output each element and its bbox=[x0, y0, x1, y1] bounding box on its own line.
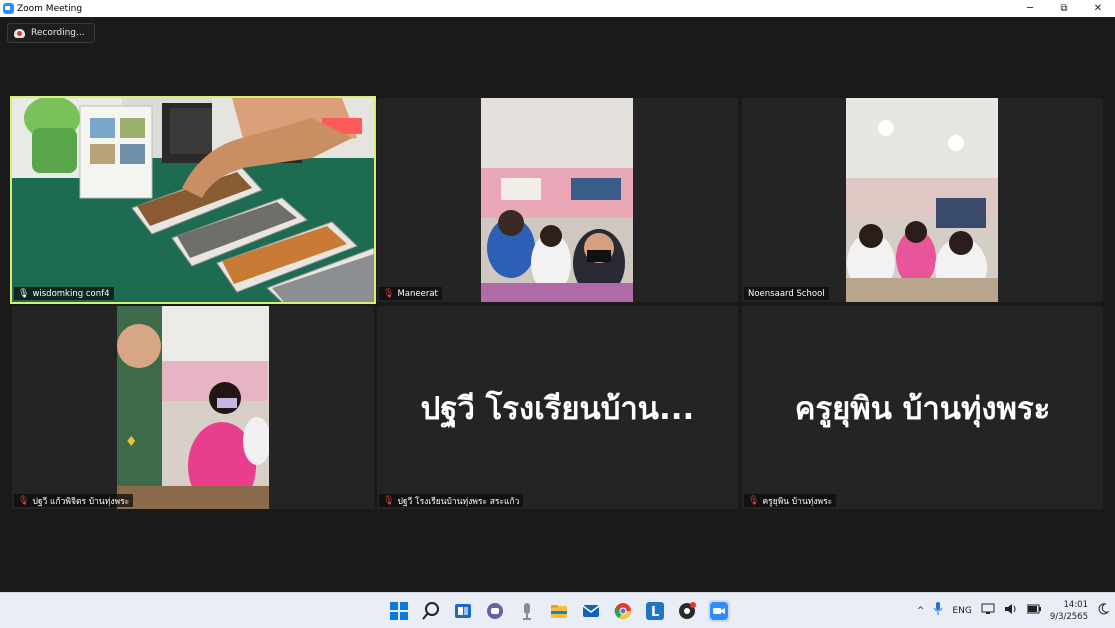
system-tray: ^ ENG 14:01 9/3/2565 bbox=[917, 597, 1110, 624]
participant-name-tag: 🎙 Maneerat bbox=[379, 287, 442, 300]
line-letter: L bbox=[651, 605, 659, 620]
clock[interactable]: 14:01 9/3/2565 bbox=[1050, 599, 1088, 623]
file-explorer-icon[interactable] bbox=[548, 600, 570, 622]
participant-tile-6[interactable]: ครูยุพิน บ้านทุ่งพระ 🎙 ครูยุพิน บ้านทุ่ง… bbox=[742, 306, 1103, 509]
microphone-app-icon[interactable] bbox=[516, 600, 538, 622]
recording-label: Recording... bbox=[31, 28, 85, 38]
line-icon[interactable]: L bbox=[644, 600, 666, 622]
notification-moon-icon[interactable] bbox=[1097, 603, 1110, 618]
volume-icon[interactable] bbox=[1004, 603, 1018, 618]
participant-name-tag: Noensaard School bbox=[744, 287, 829, 300]
obs-icon[interactable] bbox=[676, 600, 698, 622]
mail-icon[interactable] bbox=[580, 600, 602, 622]
show-hidden-icons-chevron[interactable]: ^ bbox=[917, 606, 925, 616]
video-feed-classroom bbox=[481, 98, 633, 302]
task-view-icon[interactable] bbox=[452, 600, 474, 622]
participant-name-tag: 🎙 wisdomking conf4 bbox=[14, 287, 114, 300]
participant-name: ปฐวี แก้วพิจิตร บ้านทุ่งพระ bbox=[32, 496, 130, 507]
clock-date: 9/3/2565 bbox=[1049, 611, 1088, 622]
window-title: Zoom Meeting bbox=[17, 3, 83, 14]
window-controls: ─ ⧉ ✕ bbox=[1013, 0, 1115, 17]
participant-name-tag: 🎙 ปฐวี แก้วพิจิตร บ้านทุ่งพระ bbox=[14, 494, 134, 507]
language-indicator[interactable]: ENG bbox=[952, 606, 971, 616]
participant-tile-5[interactable]: ปฐวี โรงเรียนบ้าน... 🎙 ปฐวี โรงเรียนบ้าน… bbox=[377, 306, 738, 509]
windows-taskbar: L ^ ENG 14:01 9/3/2565 bbox=[0, 592, 1115, 628]
participant-name-tag: 🎙 ครูยุพิน บ้านทุ่งพระ bbox=[744, 494, 837, 507]
participant-tile-4[interactable]: ♦ 🎙 ปฐวี แก้วพิจิตร บ้านทุ่งพระ bbox=[12, 306, 374, 509]
participant-display-name: ปฐวี โรงเรียนบ้าน... bbox=[420, 390, 695, 427]
video-feed-soil-samples bbox=[12, 98, 374, 302]
mic-muted-icon: 🎙 bbox=[18, 495, 30, 506]
microphone-tray-icon[interactable] bbox=[933, 602, 943, 619]
video-feed-classroom: ♦ bbox=[117, 306, 269, 509]
participant-tile-2[interactable]: 🎙 Maneerat bbox=[377, 98, 738, 302]
minimize-button[interactable]: ─ bbox=[1013, 0, 1047, 17]
network-icon[interactable] bbox=[981, 603, 995, 618]
participant-tile-3[interactable]: Noensaard School bbox=[742, 98, 1103, 302]
meeting-area: Recording... 🎙 wisdomking conf4 🎙 Maneer… bbox=[0, 17, 1115, 592]
participant-name: ปฐวี โรงเรียนบ้านทุ่งพระ สระแก้ว bbox=[397, 496, 520, 507]
participant-tile-1[interactable]: 🎙 wisdomking conf4 bbox=[10, 96, 376, 304]
restore-button[interactable]: ⧉ bbox=[1047, 0, 1081, 17]
teams-chat-icon[interactable] bbox=[484, 600, 506, 622]
clock-time: 14:01 bbox=[1063, 599, 1089, 610]
participant-name: Noensaard School bbox=[748, 288, 825, 299]
participant-display-name: ครูยุพิน บ้านทุ่งพระ bbox=[794, 390, 1051, 427]
participant-name: ครูยุพิน บ้านทุ่งพระ bbox=[762, 496, 833, 507]
taskbar-apps: L bbox=[388, 600, 730, 622]
search-icon[interactable] bbox=[420, 600, 442, 622]
zoom-icon[interactable] bbox=[708, 600, 730, 622]
mic-muted-icon: 🎙 bbox=[748, 495, 760, 506]
svg-text:♦: ♦ bbox=[125, 434, 138, 450]
mic-muted-icon: 🎙 bbox=[383, 495, 395, 506]
zoom-app-icon bbox=[3, 3, 14, 14]
recording-indicator[interactable]: Recording... bbox=[7, 23, 95, 43]
close-button[interactable]: ✕ bbox=[1081, 0, 1115, 17]
participant-name-tag: 🎙 ปฐวี โรงเรียนบ้านทุ่งพระ สระแก้ว bbox=[379, 494, 524, 507]
participant-name: Maneerat bbox=[397, 288, 438, 299]
cloud-recording-icon bbox=[14, 28, 25, 38]
mic-muted-icon: 🎙 bbox=[383, 288, 395, 299]
video-feed-classroom bbox=[846, 98, 998, 302]
participant-name: wisdomking conf4 bbox=[32, 288, 110, 299]
title-bar: Zoom Meeting ─ ⧉ ✕ bbox=[0, 0, 1115, 17]
chrome-icon[interactable] bbox=[612, 600, 634, 622]
battery-icon[interactable] bbox=[1026, 604, 1041, 617]
windows-start-icon[interactable] bbox=[388, 600, 410, 622]
mic-on-icon: 🎙 bbox=[18, 288, 30, 299]
